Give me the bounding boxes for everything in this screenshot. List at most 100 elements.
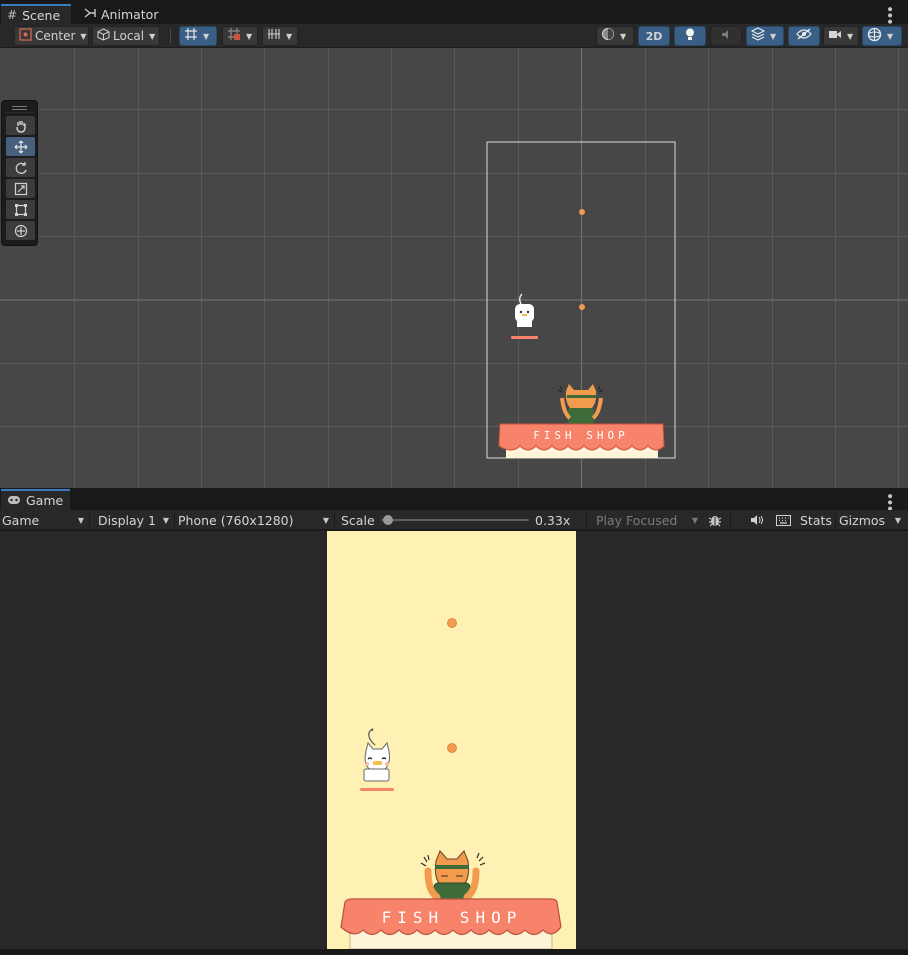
tab-animator-label: Animator — [101, 6, 159, 22]
shortcuts-toggle[interactable] — [774, 510, 792, 530]
fish-shop-awning[interactable]: FISH SHOP — [340, 898, 562, 949]
grid-visibility-icon — [267, 27, 281, 45]
increment-snap-toggle[interactable]: ▼ — [222, 26, 258, 46]
shading-mode-dropdown[interactable]: ▼ — [596, 26, 634, 46]
camera-icon — [828, 29, 842, 44]
resolution-label: Phone (760x1280) — [178, 512, 294, 528]
game-tab-bar: Game ••• — [0, 489, 908, 511]
space-dropdown[interactable]: Local ▼ — [92, 26, 160, 46]
tool-palette — [1, 100, 38, 246]
scale-value: 0.33x — [535, 512, 571, 528]
visibility-icon — [796, 28, 812, 44]
toolbar-divider — [730, 512, 731, 528]
chevron-down-icon: ▼ — [770, 31, 777, 41]
game-viewport[interactable]: FISH SHOP — [0, 531, 908, 949]
scale-slider-track[interactable] — [381, 519, 529, 521]
play-mode-dropdown[interactable]: Play Focused ▼ — [596, 510, 702, 530]
debug-button[interactable] — [706, 510, 724, 530]
chevron-down-icon: ▼ — [847, 31, 854, 41]
chevron-down-icon: ▼ — [894, 515, 901, 525]
grid-visibility-toggle[interactable]: ▼ — [262, 26, 298, 46]
coin-dot[interactable] — [579, 209, 585, 215]
toolbar-divider — [89, 512, 90, 528]
display-label: Display 1 — [98, 512, 157, 528]
mode-2d-label: 2D — [645, 29, 663, 43]
gizmos-dropdown-game[interactable]: Gizmos ▼ — [839, 510, 905, 530]
toolbar-divider — [170, 28, 171, 44]
chevron-down-icon: ▼ — [322, 515, 329, 525]
pivot-label: Center — [35, 29, 76, 43]
game-canvas: FISH SHOP — [327, 531, 576, 949]
cat-player-sprite[interactable] — [511, 293, 538, 339]
tab-animator[interactable]: Animator — [78, 4, 166, 24]
game-toolbar: Game ▼ Display 1 ▼ Phone (760x1280) ▼ Sc… — [0, 510, 908, 530]
coin-dot[interactable] — [447, 618, 457, 628]
scene-grid: FISH SHOP — [0, 48, 908, 488]
toolbar-divider — [835, 512, 836, 528]
gizmos-dropdown[interactable]: ▼ — [862, 26, 902, 46]
rect-tool-button[interactable] — [6, 200, 35, 219]
fish-shop-awning[interactable]: FISH SHOP — [498, 423, 665, 458]
chevron-down-icon: ▼ — [887, 31, 894, 41]
shopkeeper-sprite[interactable] — [557, 384, 604, 424]
game-more-menu-icon[interactable]: ••• — [881, 492, 897, 511]
scale-icon — [14, 182, 27, 195]
scale-label: Scale — [341, 512, 375, 528]
space-label: Local — [113, 29, 145, 43]
rect-transform-icon — [14, 203, 27, 216]
scene-viewport[interactable]: FISH SHOP — [0, 48, 908, 488]
tab-game[interactable]: Game — [1, 489, 70, 510]
speaker-icon — [751, 515, 763, 525]
rotate-icon — [15, 161, 27, 174]
transform-tool-button[interactable] — [6, 221, 35, 240]
view-mode-dropdown[interactable]: Game ▼ — [2, 510, 88, 530]
resolution-dropdown[interactable]: Phone (760x1280) ▼ — [178, 510, 333, 530]
lighting-toggle[interactable] — [674, 26, 706, 46]
gizmos-icon — [867, 27, 882, 46]
stats-button[interactable]: Stats — [800, 510, 832, 530]
coin-dot[interactable] — [447, 743, 457, 753]
effects-dropdown[interactable]: ▼ — [746, 26, 784, 46]
mode-2d-toggle[interactable]: 2D — [638, 26, 670, 46]
hand-tool-button[interactable] — [6, 116, 35, 135]
view-mode-label: Game — [2, 512, 40, 528]
scale-tool-button[interactable] — [6, 179, 35, 198]
hand-icon — [15, 120, 26, 133]
chevron-down-icon: ▼ — [286, 31, 293, 41]
play-mode-label: Play Focused — [596, 512, 678, 528]
chevron-down-icon: ▼ — [691, 515, 698, 525]
audio-icon — [720, 28, 733, 45]
effects-icon — [750, 27, 766, 45]
keyboard-icon — [775, 514, 791, 526]
scale-slider-knob[interactable] — [383, 515, 394, 525]
chevron-down-icon: ▼ — [149, 31, 156, 41]
bug-icon — [708, 516, 722, 527]
display-dropdown[interactable]: Display 1 ▼ — [98, 510, 173, 530]
pivot-dropdown[interactable]: Center ▼ — [14, 26, 89, 46]
camera-dropdown[interactable]: ▼ — [823, 26, 859, 46]
grid-snap-icon — [184, 27, 198, 45]
chevron-down-icon: ▼ — [203, 31, 210, 41]
toolbar-divider — [334, 512, 335, 528]
visibility-toggle[interactable] — [788, 26, 820, 46]
tab-game-label: Game — [26, 493, 64, 508]
animator-icon — [84, 7, 96, 22]
audio-toggle[interactable] — [710, 26, 742, 46]
grid-snap-toggle[interactable]: ▼ — [179, 26, 217, 46]
chevron-down-icon: ▼ — [620, 31, 627, 41]
stats-label: Stats — [800, 512, 832, 528]
tab-scene[interactable]: # Scene — [1, 4, 71, 24]
gizmos-label: Gizmos — [839, 512, 886, 528]
rotate-tool-button[interactable] — [6, 158, 35, 177]
chevron-down-icon: ▼ — [80, 31, 87, 41]
lighting-icon — [684, 27, 696, 45]
bottom-strip — [0, 949, 908, 955]
palette-grip[interactable] — [5, 104, 34, 113]
scene-more-menu-icon[interactable]: ••• — [881, 5, 897, 24]
hash-grid-icon: # — [7, 8, 18, 22]
chevron-down-icon: ▼ — [162, 515, 169, 525]
mute-audio-toggle[interactable] — [748, 510, 766, 530]
coin-dot[interactable] — [579, 304, 585, 310]
move-tool-button[interactable] — [6, 137, 35, 156]
transform-icon — [14, 224, 27, 237]
